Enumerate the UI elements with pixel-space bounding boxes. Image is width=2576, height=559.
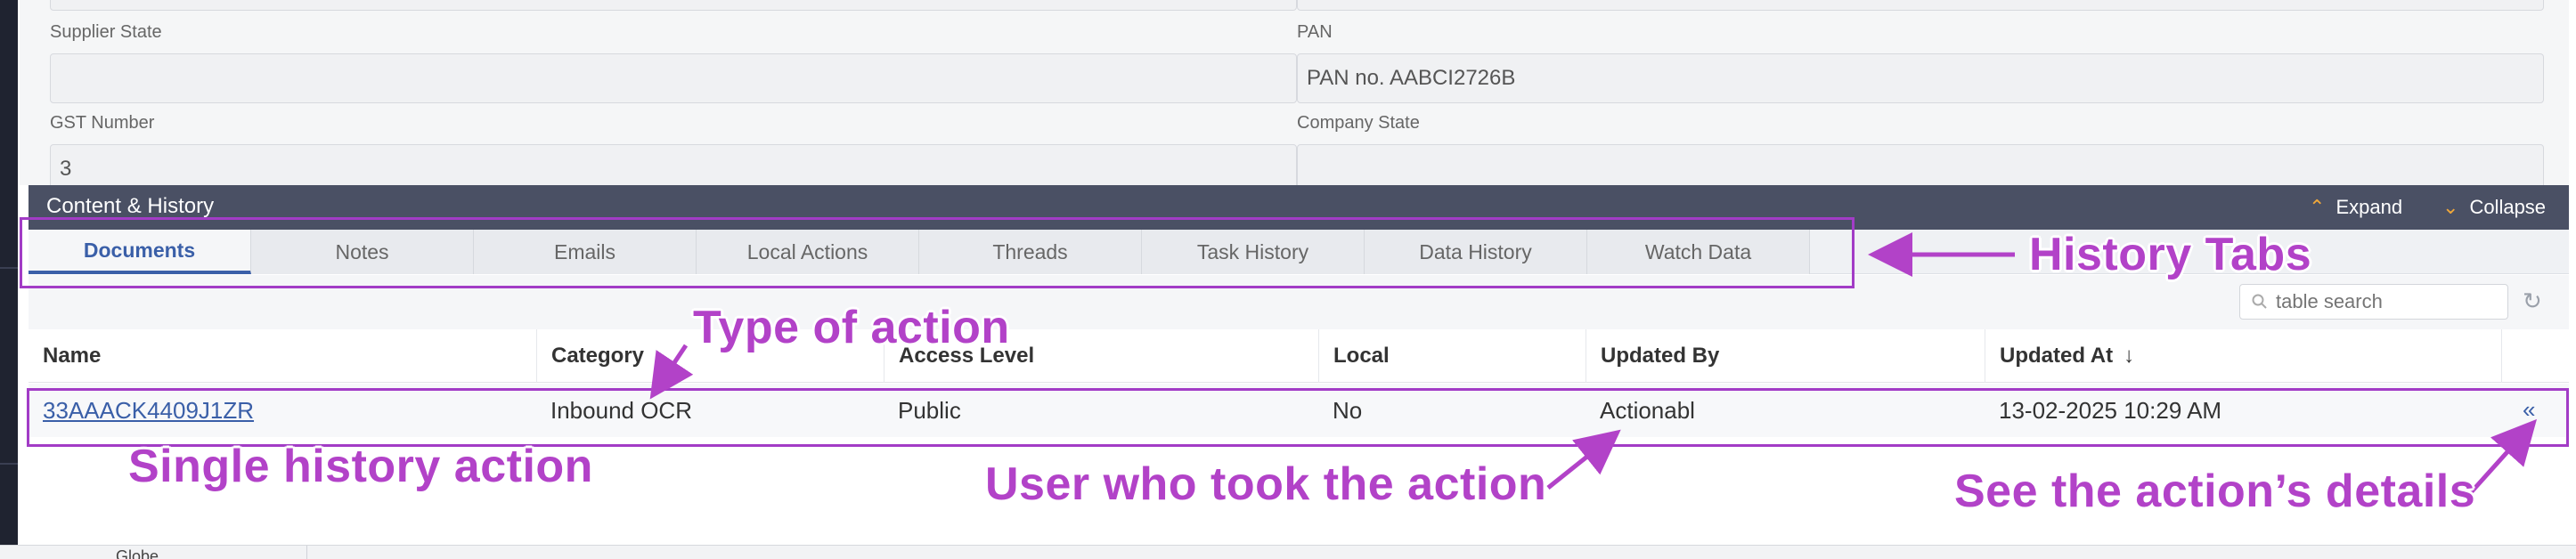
pan-label: PAN: [1297, 22, 1333, 42]
column-header-updated-by[interactable]: Updated By: [1586, 329, 1985, 383]
tab-data-history[interactable]: Data History: [1365, 230, 1587, 274]
tab-emails[interactable]: Emails: [474, 230, 697, 274]
single-history-action-annotation: Single history action: [128, 441, 593, 492]
column-header-name[interactable]: Name: [29, 329, 536, 383]
column-header-local[interactable]: Local: [1318, 329, 1586, 383]
table-search[interactable]: [2239, 284, 2508, 320]
sort-arrow-icon: ↓: [2124, 344, 2135, 368]
company-state-label: Company State: [1297, 113, 1420, 133]
tab-documents[interactable]: Documents: [29, 230, 251, 274]
form-area: Supplier State PAN PAN no. AABCI2726B GS…: [20, 0, 2569, 194]
table-row[interactable]: 33AAACK4409J1ZR Inbound OCR Public No Ac…: [29, 384, 2569, 437]
collapse-label: Collapse: [2469, 196, 2547, 218]
expand-button[interactable]: ⌃ Expand: [2309, 185, 2402, 230]
see-details-annotation: See the action’s details: [1954, 466, 2476, 517]
sidebar-divider: [0, 463, 18, 465]
column-header-updated-at[interactable]: Updated At ↓: [1985, 329, 2501, 383]
view-details-icon[interactable]: «: [2523, 396, 2535, 424]
background-divider: [306, 546, 307, 559]
field-above-supplier[interactable]: [50, 0, 1297, 11]
tab-local-actions[interactable]: Local Actions: [697, 230, 919, 274]
search-icon: [2252, 294, 2267, 309]
collapse-button[interactable]: ⌄ Collapse: [2442, 185, 2546, 230]
document-link[interactable]: 33AAACK4409J1ZR: [43, 397, 254, 425]
cell-local: No: [1333, 396, 1363, 424]
type-of-action-annotation: Type of action: [693, 302, 1010, 353]
background-page-strip: Globe...: [0, 545, 2576, 559]
supplier-state-field[interactable]: [50, 53, 1297, 103]
cell-updated-at: 13-02-2025 10:29 AM: [1999, 396, 2222, 424]
table-header: Name Category Access Level Local Updated…: [29, 329, 2569, 383]
column-label: Category: [551, 344, 645, 368]
table-toolbar: ↻: [29, 275, 2569, 329]
history-tabs-annotation: History Tabs: [2029, 229, 2312, 280]
tab-threads[interactable]: Threads: [919, 230, 1142, 274]
column-header-actions: [2501, 329, 2569, 383]
supplier-state-label: Supplier State: [50, 22, 162, 42]
cell-updated-by: Actionabl: [1600, 396, 1695, 424]
gst-number-label: GST Number: [50, 113, 155, 133]
tab-watch-data[interactable]: Watch Data: [1587, 230, 1810, 274]
section-title: Content & History: [46, 194, 215, 218]
field-above-pan[interactable]: [1297, 0, 2544, 11]
pan-field[interactable]: PAN no. AABCI2726B: [1297, 53, 2544, 103]
refresh-icon[interactable]: ↻: [2523, 288, 2542, 315]
chevron-down-icon: ⌄: [2442, 196, 2459, 218]
column-label: Updated By: [1601, 344, 1720, 368]
cell-name[interactable]: 33AAACK4409J1ZR: [29, 384, 254, 437]
tab-task-history[interactable]: Task History: [1142, 230, 1365, 274]
expand-label: Expand: [2336, 196, 2403, 218]
cell-access-level: Public: [898, 396, 961, 424]
column-label: Name: [43, 344, 102, 368]
column-label: Local: [1333, 344, 1390, 368]
tab-notes[interactable]: Notes: [251, 230, 474, 274]
background-text: Globe...: [116, 547, 173, 559]
column-label: Updated At: [2000, 344, 2114, 368]
content-history-header: Content & History ⌃ Expand ⌄ Collapse: [29, 185, 2569, 230]
cell-category: Inbound OCR: [550, 396, 692, 424]
chevron-up-icon: ⌃: [2309, 196, 2326, 218]
search-input[interactable]: [2276, 290, 2490, 313]
user-who-took-action-annotation: User who took the action: [985, 458, 1547, 510]
app-sidebar-strip: [0, 0, 18, 559]
sidebar-divider: [0, 267, 18, 269]
